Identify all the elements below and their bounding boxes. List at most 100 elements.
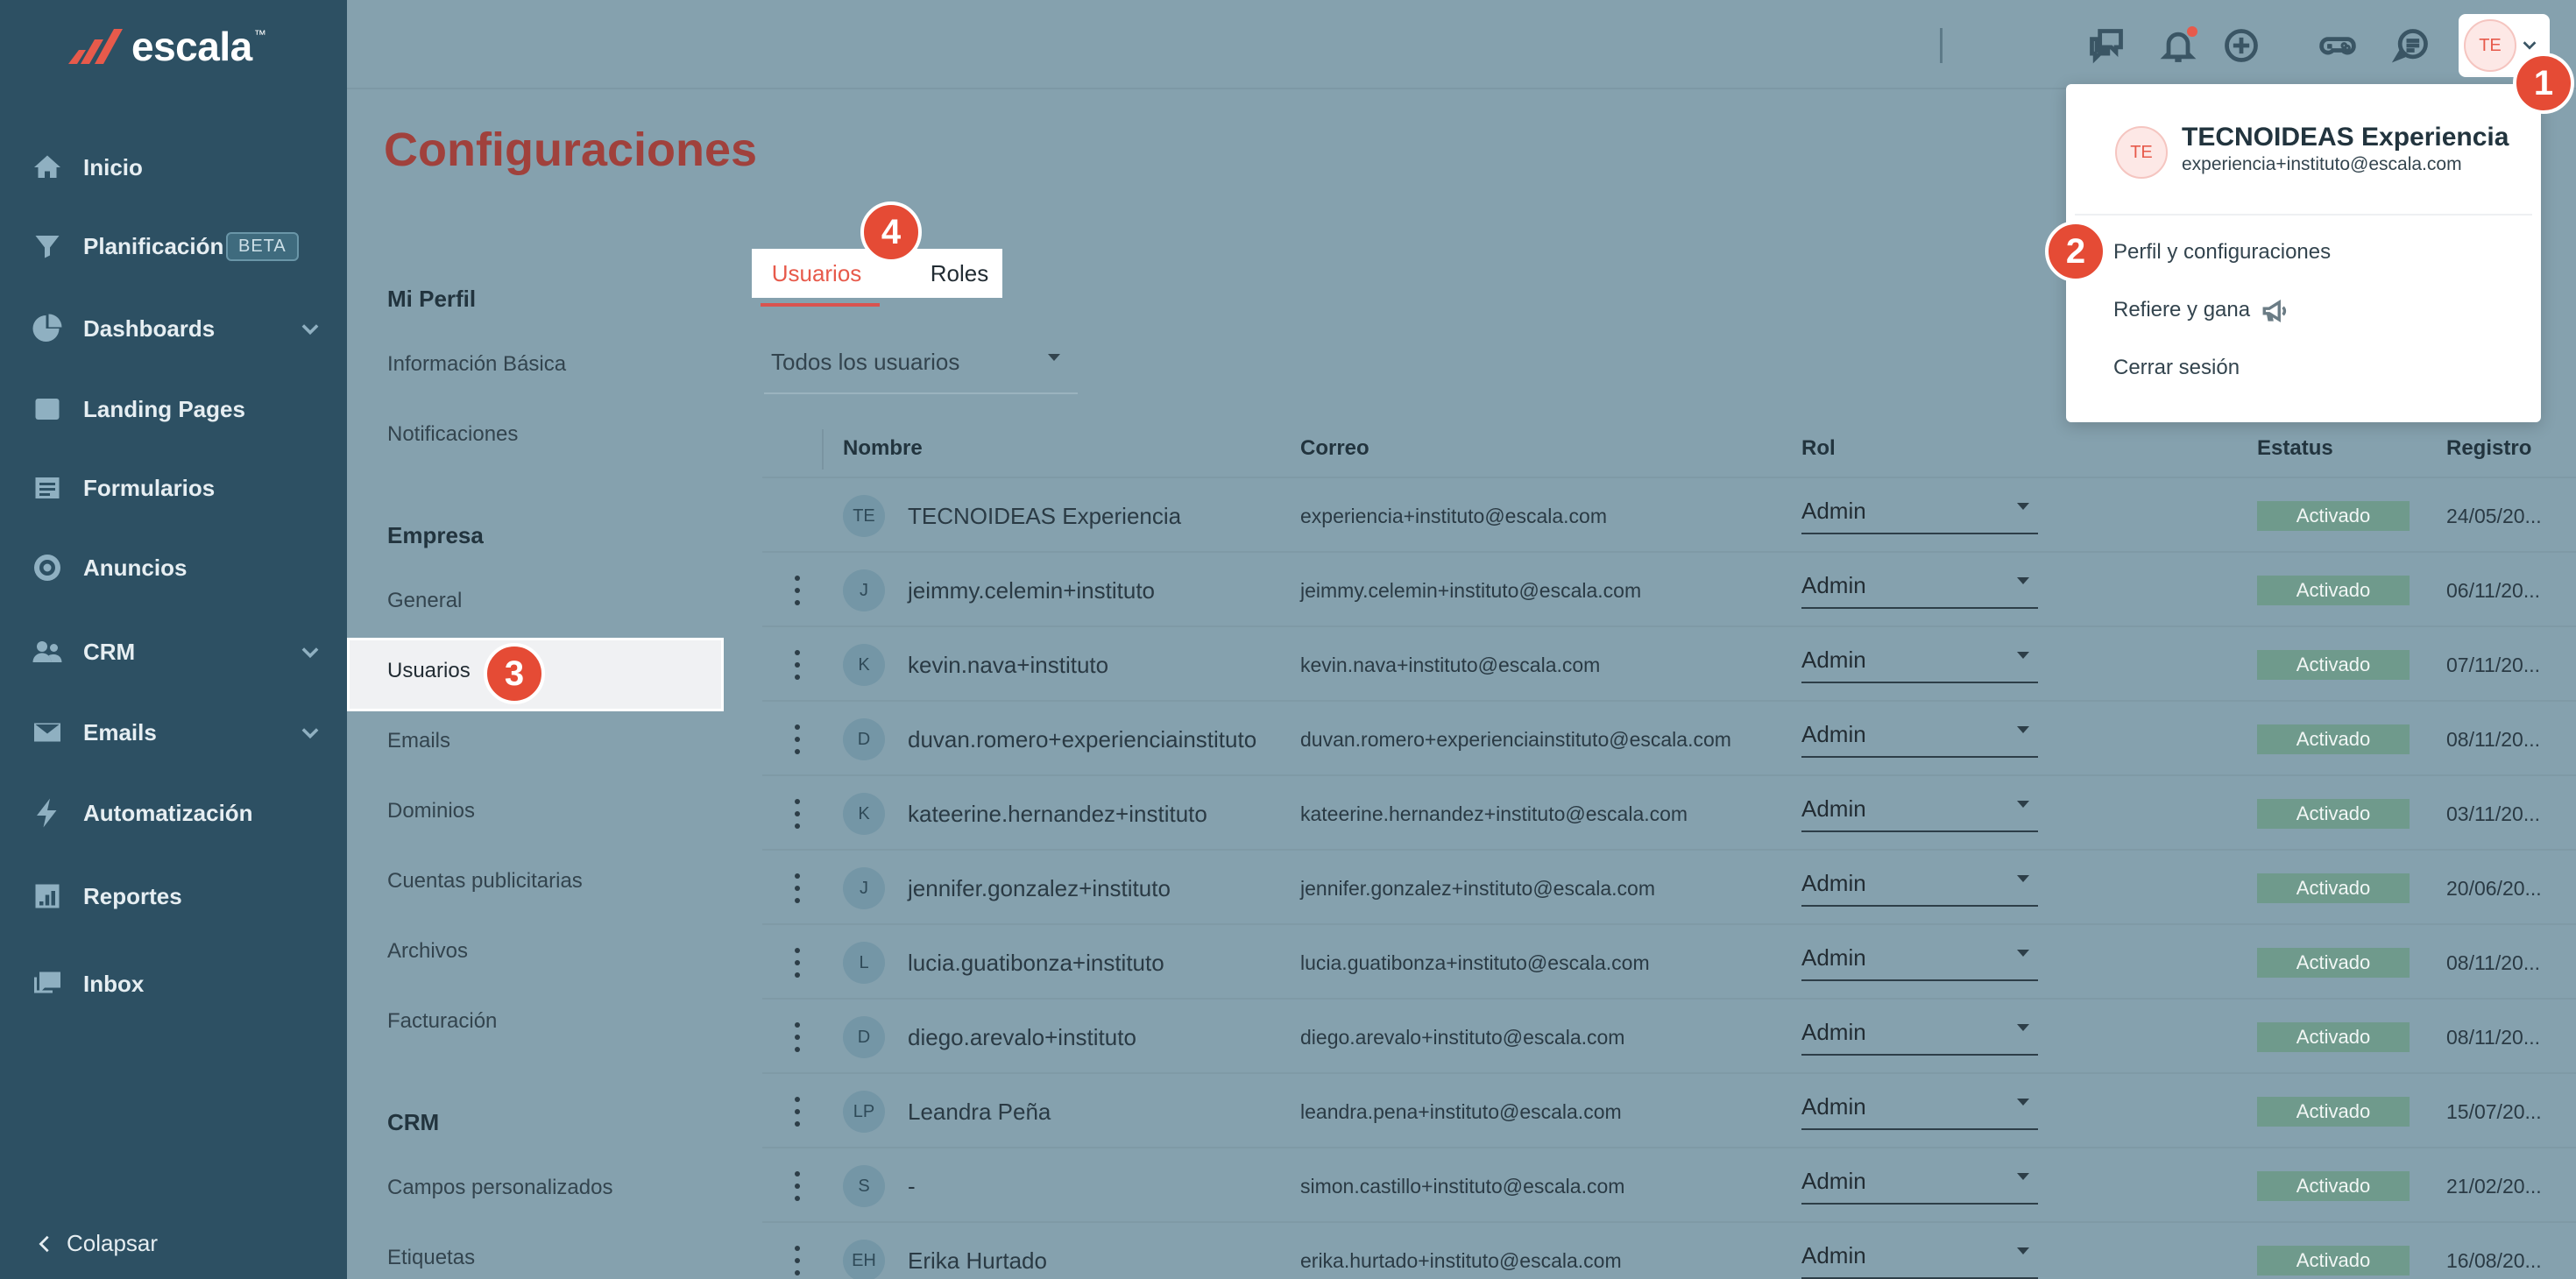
registration-date: 20/06/20... bbox=[2446, 877, 2542, 900]
settings-item-dominios[interactable]: Dominios bbox=[387, 799, 475, 823]
sidebar-item-landing-pages[interactable]: Landing Pages bbox=[0, 379, 347, 439]
settings-item-etiquetas[interactable]: Etiquetas bbox=[387, 1246, 475, 1270]
row-menu-icon[interactable] bbox=[789, 724, 806, 754]
user-name: Leandra Peña bbox=[908, 1099, 1051, 1125]
column-header-rol[interactable]: Rol bbox=[1801, 436, 1836, 461]
role-value: Admin bbox=[1801, 944, 1866, 971]
settings-item-notificaciones[interactable]: Notificaciones bbox=[387, 422, 518, 447]
sidebar-item-label: Landing Pages bbox=[83, 395, 245, 422]
table-row[interactable]: J jeimmy.celemin+instituto jeimmy.celemi… bbox=[762, 553, 2576, 627]
dropdown-caret-icon bbox=[2017, 577, 2029, 584]
sidebar-item-emails[interactable]: Emails bbox=[0, 703, 347, 762]
role-select[interactable]: Admin bbox=[1801, 489, 2038, 534]
collapse-button[interactable]: Colapsar bbox=[35, 1230, 158, 1257]
row-menu-icon[interactable] bbox=[789, 873, 806, 903]
role-select[interactable]: Admin bbox=[1801, 638, 2038, 683]
row-menu-icon[interactable] bbox=[789, 948, 806, 978]
user-email: duvan.romero+experienciainstituto@escala… bbox=[1300, 728, 1731, 751]
user-name: lucia.guatibonza+instituto bbox=[908, 950, 1164, 976]
role-select[interactable]: Admin bbox=[1801, 1159, 2038, 1205]
header-divider bbox=[822, 429, 824, 470]
table-row[interactable]: D diego.arevalo+instituto diego.arevalo+… bbox=[762, 1000, 2576, 1074]
sidebar-item-automatizacion[interactable]: Automatización bbox=[0, 783, 347, 843]
row-menu-icon[interactable] bbox=[789, 799, 806, 829]
user-name: kevin.nava+instituto bbox=[908, 652, 1109, 678]
settings-item-campos-personalizados[interactable]: Campos personalizados bbox=[387, 1176, 612, 1200]
tab-usuarios[interactable]: Usuarios bbox=[752, 249, 881, 298]
role-value: Admin bbox=[1801, 572, 1866, 598]
sidebar-item-dashboards[interactable]: Dashboards bbox=[0, 299, 347, 358]
support-chat-icon[interactable] bbox=[2390, 25, 2432, 67]
row-menu-icon[interactable] bbox=[789, 1097, 806, 1127]
column-header-registro[interactable]: Registro bbox=[2446, 436, 2531, 461]
table-row[interactable]: K kevin.nava+instituto kevin.nava+instit… bbox=[762, 627, 2576, 702]
avatar: K bbox=[843, 793, 885, 835]
role-select[interactable]: Admin bbox=[1801, 787, 2038, 832]
sidebar-item-label: Inicio bbox=[83, 153, 143, 180]
row-menu-icon[interactable] bbox=[789, 576, 806, 605]
menu-item-refiere-y-gana[interactable]: Refiere y gana bbox=[2113, 298, 2250, 322]
registration-date: 21/02/20... bbox=[2446, 1175, 2542, 1198]
logo-trademark: ™ bbox=[253, 27, 266, 41]
column-header-estatus[interactable]: Estatus bbox=[2257, 436, 2333, 461]
sidebar-item-inbox[interactable]: Inbox bbox=[0, 954, 347, 1014]
sidebar-item-planificacion[interactable]: Planificación BETA bbox=[0, 216, 347, 276]
menu-item-cerrar-sesion[interactable]: Cerrar sesión bbox=[2113, 356, 2240, 380]
avatar[interactable]: TE bbox=[2464, 19, 2516, 72]
avatar: LP bbox=[843, 1091, 885, 1133]
plus-circle-icon[interactable] bbox=[2220, 25, 2262, 67]
registration-date: 03/11/20... bbox=[2446, 802, 2540, 825]
table-row[interactable]: J jennifer.gonzalez+instituto jennifer.g… bbox=[762, 851, 2576, 925]
table-row[interactable]: TE TECNOIDEAS Experiencia experiencia+in… bbox=[762, 478, 2576, 553]
row-menu-icon[interactable] bbox=[789, 1246, 806, 1275]
column-header-correo[interactable]: Correo bbox=[1300, 436, 1369, 461]
row-menu-icon[interactable] bbox=[789, 1171, 806, 1201]
status-badge: Activado bbox=[2257, 650, 2410, 680]
role-value: Admin bbox=[1801, 870, 1866, 896]
user-filter-select[interactable]: Todos los usuarios bbox=[764, 342, 1078, 394]
row-menu-icon[interactable] bbox=[789, 1022, 806, 1052]
column-header-nombre[interactable]: Nombre bbox=[843, 436, 923, 461]
settings-item-cuentas-publicitarias[interactable]: Cuentas publicitarias bbox=[387, 869, 583, 894]
role-select[interactable]: Admin bbox=[1801, 861, 2038, 907]
bolt-icon bbox=[30, 795, 65, 830]
settings-item-general[interactable]: General bbox=[387, 589, 462, 613]
sidebar-item-crm[interactable]: CRM bbox=[0, 622, 347, 682]
logo-bars-icon bbox=[68, 29, 123, 64]
pie-chart-icon bbox=[30, 311, 65, 346]
table-row[interactable]: K kateerine.hernandez+instituto kateerin… bbox=[762, 776, 2576, 851]
registration-date: 08/11/20... bbox=[2446, 951, 2540, 974]
gamepad-icon[interactable] bbox=[2317, 25, 2359, 67]
chevron-down-icon[interactable] bbox=[2520, 35, 2539, 54]
home-icon bbox=[30, 150, 65, 185]
settings-item-archivos[interactable]: Archivos bbox=[387, 939, 468, 964]
page-title: Configuraciones bbox=[384, 124, 758, 176]
role-select[interactable]: Admin bbox=[1801, 1233, 2038, 1279]
table-row[interactable]: L lucia.guatibonza+instituto lucia.guati… bbox=[762, 925, 2576, 1000]
sidebar-item-reportes[interactable]: Reportes bbox=[0, 866, 347, 926]
table-row[interactable]: S - simon.castillo+instituto@escala.com … bbox=[762, 1148, 2576, 1223]
escala-logo[interactable]: escala ™ bbox=[68, 23, 273, 70]
menu-item-perfil-configuraciones[interactable]: Perfil y configuraciones bbox=[2113, 240, 2331, 265]
settings-item-emails[interactable]: Emails bbox=[387, 729, 450, 753]
role-select[interactable]: Admin bbox=[1801, 712, 2038, 758]
role-select[interactable]: Admin bbox=[1801, 1010, 2038, 1056]
table-row[interactable]: D duvan.romero+experienciainstituto duva… bbox=[762, 702, 2576, 776]
role-select[interactable]: Admin bbox=[1801, 936, 2038, 981]
table-row[interactable]: EH Erika Hurtado erika.hurtado+instituto… bbox=[762, 1223, 2576, 1279]
sidebar-item-anuncios[interactable]: Anuncios bbox=[0, 538, 347, 597]
role-value: Admin bbox=[1801, 1168, 1866, 1194]
user-name: jennifer.gonzalez+instituto bbox=[908, 875, 1171, 901]
role-select[interactable]: Admin bbox=[1801, 563, 2038, 609]
sidebar-item-formularios[interactable]: Formularios bbox=[0, 458, 347, 518]
role-select[interactable]: Admin bbox=[1801, 1085, 2038, 1130]
settings-item-informacion-basica[interactable]: Información Básica bbox=[387, 352, 566, 377]
filter-icon bbox=[30, 229, 65, 264]
role-value: Admin bbox=[1801, 1019, 1866, 1045]
row-menu-icon[interactable] bbox=[789, 650, 806, 680]
chat-icon[interactable] bbox=[2085, 25, 2127, 67]
settings-item-facturacion[interactable]: Facturación bbox=[387, 1009, 497, 1034]
tab-roles[interactable]: Roles bbox=[916, 249, 1002, 298]
table-row[interactable]: LP Leandra Peña leandra.pena+instituto@e… bbox=[762, 1074, 2576, 1148]
sidebar-item-inicio[interactable]: Inicio bbox=[0, 138, 347, 197]
